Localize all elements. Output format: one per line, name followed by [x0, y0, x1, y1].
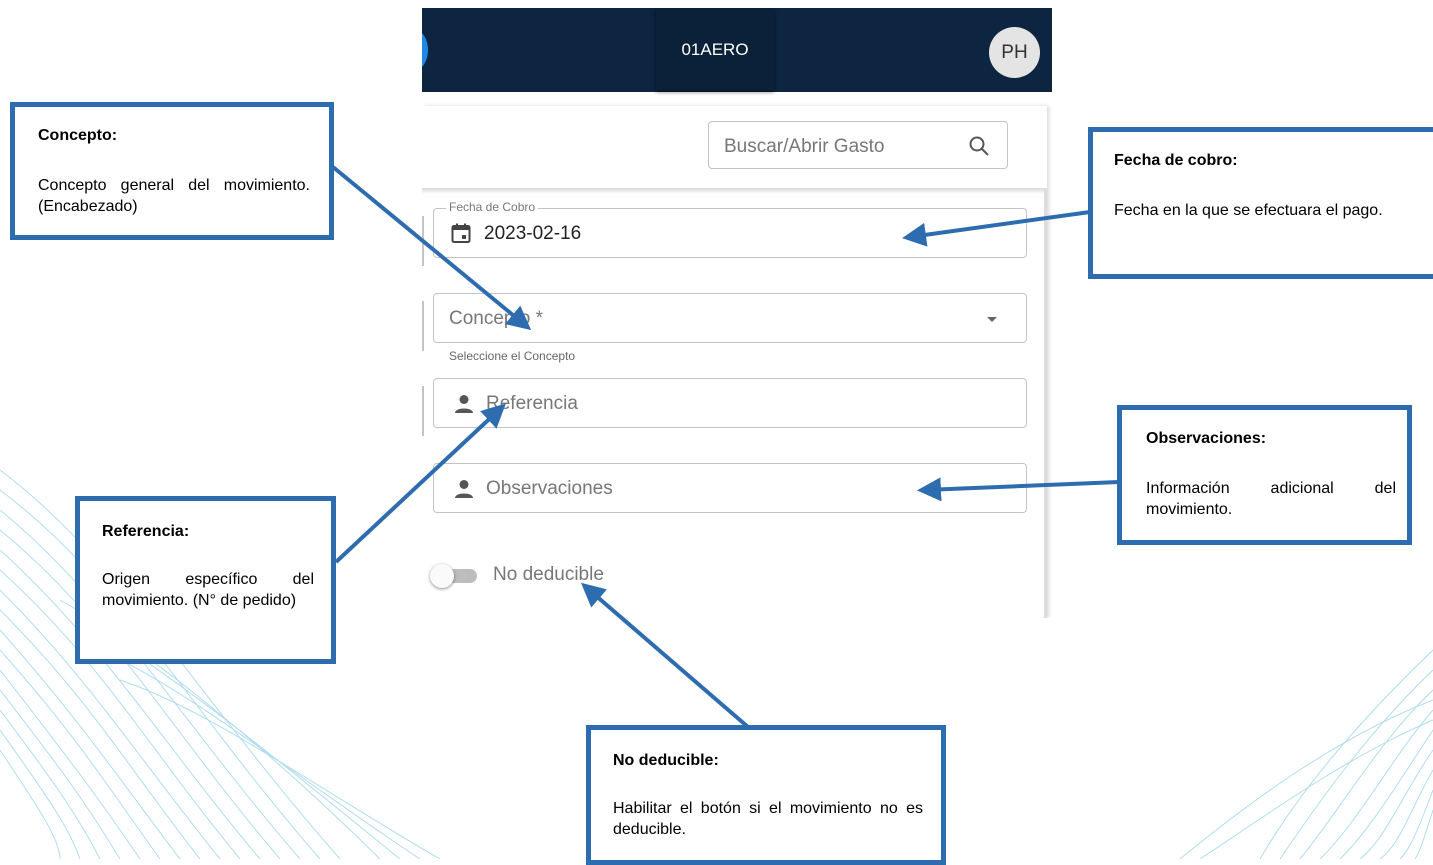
callout-observaciones-body: Información adicional del movimiento.: [1146, 480, 1396, 518]
callout-concepto: Concepto: Concepto general del movimient…: [10, 102, 334, 240]
clipped-field-edge: [422, 386, 424, 436]
company-selector[interactable]: 01AERO: [656, 8, 774, 90]
clipped-field-edge: [422, 301, 424, 351]
callout-fecha-cobro-title: Fecha de cobro:: [1114, 152, 1238, 169]
callout-no-deducible-body: Habilitar el botón si el movimiento no e…: [613, 800, 923, 838]
concepto-select[interactable]: Concepto *: [433, 293, 1027, 343]
calendar-icon[interactable]: [449, 221, 473, 245]
header-divider: [422, 188, 1047, 194]
person-icon: [455, 395, 473, 413]
callout-referencia-title: Referencia:: [102, 523, 190, 540]
person-icon: [455, 480, 473, 498]
app-screenshot: 01AERO PH Buscar/Abrir Gasto Fecha de Co…: [422, 8, 1052, 618]
callout-referencia-body: Origen específico del movimiento. (N° de…: [102, 571, 314, 609]
referencia-placeholder: Referencia: [486, 393, 578, 414]
concepto-helper-text: Seleccione el Concepto: [449, 349, 576, 363]
callout-referencia: Referencia: Origen específico del movimi…: [75, 496, 336, 664]
no-deducible-toggle-thumb[interactable]: [430, 564, 454, 588]
scroll-edge: [1044, 188, 1047, 618]
callout-no-deducible-title: No deducible:: [613, 752, 719, 769]
fecha-cobro-field[interactable]: Fecha de Cobro 2023-02-16: [433, 200, 1027, 258]
no-deducible-label: No deducible: [493, 564, 604, 585]
callout-fecha-cobro-body: Fecha en la que se efectuara el pago.: [1114, 202, 1383, 219]
concepto-placeholder: Concepto *: [449, 308, 544, 329]
search-placeholder: Buscar/Abrir Gasto: [724, 136, 885, 157]
user-avatar[interactable]: PH: [989, 27, 1040, 78]
company-name: 01AERO: [681, 40, 749, 59]
search-expense-input[interactable]: Buscar/Abrir Gasto: [708, 121, 1008, 169]
top-app-bar: 01AERO PH: [422, 8, 1052, 92]
callout-observaciones: Observaciones: Información adicional del…: [1117, 405, 1412, 545]
callout-fecha-cobro: Fecha de cobro: Fecha en la que se efect…: [1088, 127, 1433, 279]
fecha-cobro-value: 2023-02-16: [484, 223, 582, 244]
referencia-input[interactable]: Referencia: [433, 378, 1027, 428]
callout-concepto-title: Concepto:: [38, 127, 118, 144]
fecha-cobro-label: Fecha de Cobro: [446, 200, 539, 214]
dropdown-arrow-icon[interactable]: [984, 311, 1000, 327]
menu-button-edge[interactable]: [422, 30, 428, 70]
observaciones-placeholder: Observaciones: [486, 478, 613, 499]
callout-observaciones-title: Observaciones:: [1146, 430, 1267, 447]
callout-no-deducible: No deducible: Habilitar el botón si el m…: [586, 725, 946, 865]
clipped-field-edge: [422, 216, 424, 266]
observaciones-input[interactable]: Observaciones: [433, 463, 1027, 513]
callout-concepto-body: Concepto general del movimiento. (Encabe…: [38, 177, 310, 215]
search-icon[interactable]: [967, 134, 991, 158]
